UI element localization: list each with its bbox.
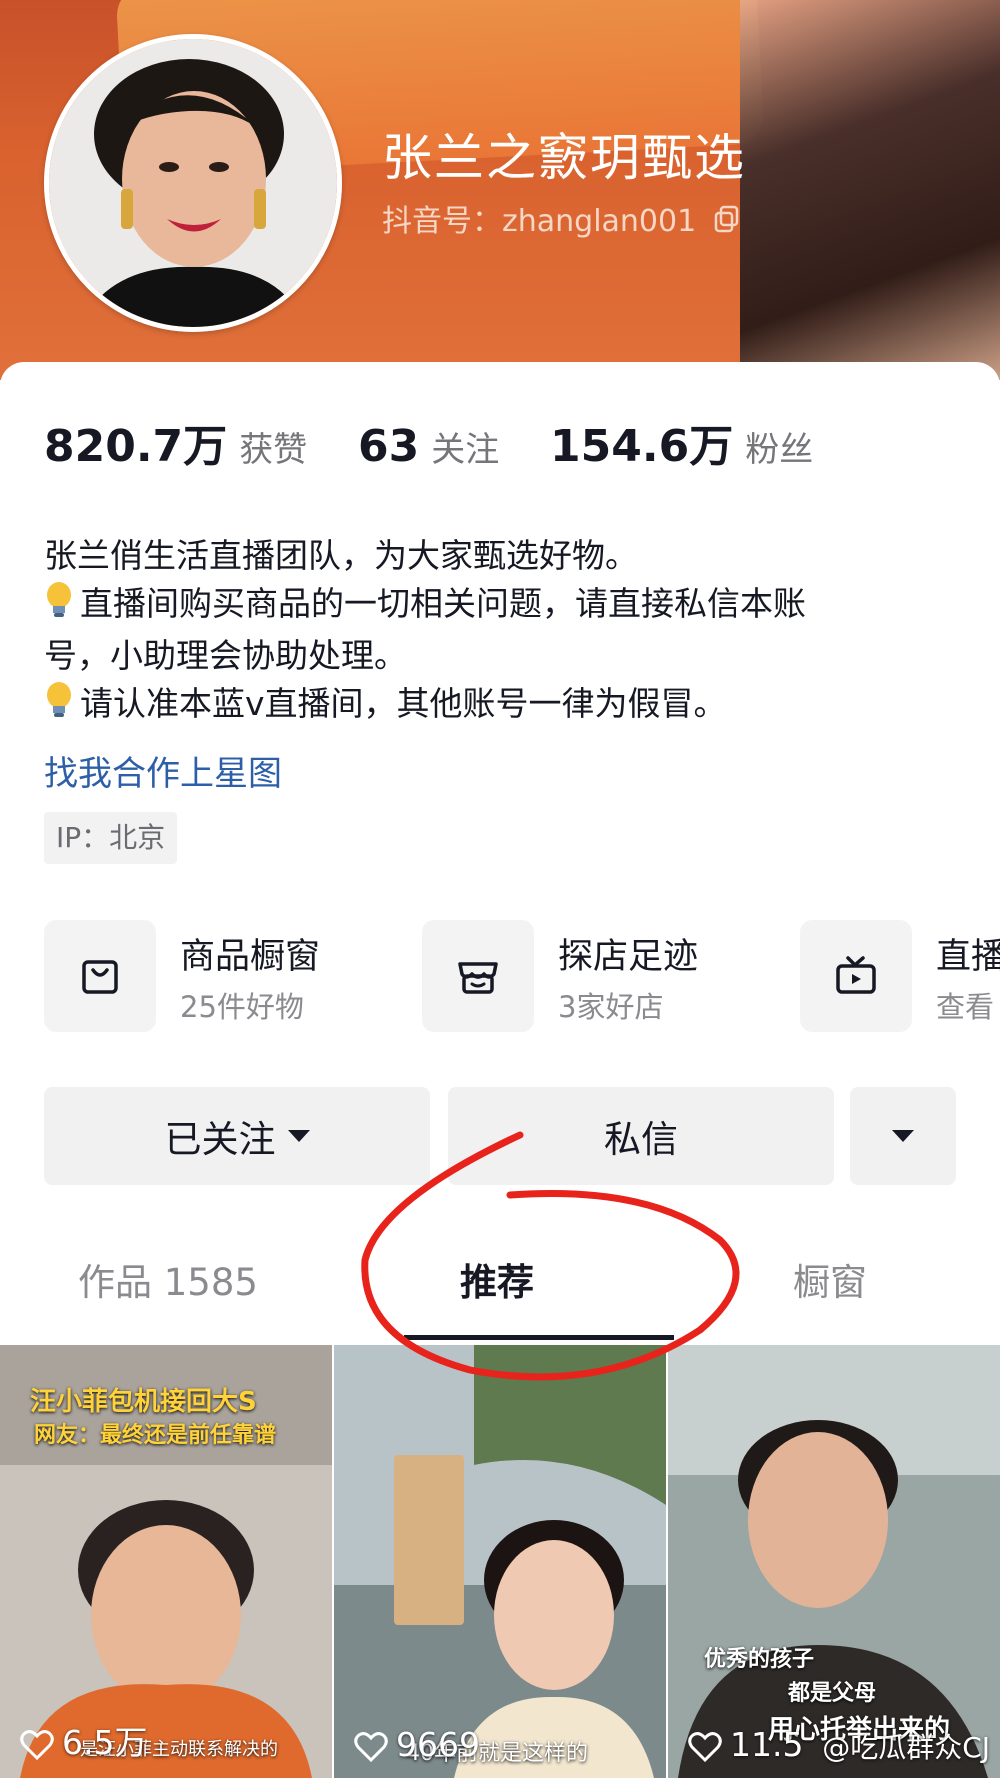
- feature-live-sub: 查看: [936, 990, 995, 1024]
- avatar[interactable]: [44, 34, 342, 332]
- follow-button[interactable]: 已关注: [44, 1087, 430, 1185]
- stat-following-label: 关注: [431, 430, 500, 470]
- video-title-line2: 网友：最终还是前任靠谱: [34, 1423, 277, 1448]
- video-likes-count: 11.5: [730, 1725, 804, 1764]
- lightbulb-icon: [44, 581, 74, 632]
- stat-followers[interactable]: 154.6万 粉丝: [550, 410, 813, 474]
- watermark: @吃瓜群众CJ: [822, 1731, 990, 1764]
- store-icon: [422, 920, 534, 1032]
- bio-line-4-text: 请认准本蓝v直播间，其他账号一律为假冒。: [80, 684, 727, 723]
- bio-line-1: 张兰俏生活直播团队，为大家甄选好物。: [44, 536, 638, 575]
- feature-showcase-title: 商品橱窗: [180, 937, 321, 977]
- video-thumbnail[interactable]: 40年前就是这样的 9669: [334, 1345, 666, 1778]
- video-likes: 11.5: [688, 1725, 803, 1764]
- video-likes: 9669: [354, 1725, 480, 1764]
- video-likes-count: 6.5万: [62, 1723, 148, 1762]
- caret-down-icon: [892, 1130, 914, 1142]
- video-subtitle-line1: 优秀的孩子: [704, 1647, 815, 1672]
- stat-likes[interactable]: 820.7万 获赞: [44, 410, 307, 474]
- active-tab-indicator: [404, 1335, 674, 1340]
- banner-person-image: [740, 0, 1000, 380]
- feature-live-title: 直播: [936, 937, 1000, 977]
- stat-followers-label: 粉丝: [745, 430, 814, 470]
- douyin-id-text: 抖音号：zhanglan001: [382, 204, 697, 239]
- bio: 张兰俏生活直播团队，为大家甄选好物。 直播间购买商品的一切相关问题，请直接私信本…: [44, 532, 964, 732]
- xingtu-link[interactable]: 找我合作上星图: [44, 746, 282, 795]
- caret-down-icon: [287, 1130, 310, 1142]
- feature-store-visits-sub: 3家好店: [558, 990, 664, 1024]
- tab-showcase[interactable]: 橱窗: [793, 1252, 867, 1306]
- video-thumbnail[interactable]: 汪小菲包机接回大S 网友：最终还是前任靠谱 是汪小菲主动联系解决的 6.5万: [0, 1345, 332, 1778]
- profile-stats: 820.7万 获赞 63 关注 154.6万 粉丝: [44, 410, 853, 474]
- stat-following[interactable]: 63 关注: [358, 421, 499, 472]
- stat-followers-num: 154.6万: [550, 421, 734, 472]
- video-likes-count: 9669: [396, 1725, 480, 1764]
- stat-following-num: 63: [358, 421, 420, 472]
- douyin-id[interactable]: 抖音号：zhanglan001: [382, 196, 740, 241]
- stat-likes-num: 820.7万: [44, 421, 228, 472]
- ip-location-tag: IP：北京: [44, 812, 178, 864]
- tv-icon: [800, 920, 912, 1032]
- message-button-label: 私信: [604, 1118, 678, 1161]
- feature-showcase[interactable]: 商品橱窗 25件好物: [44, 920, 374, 1032]
- message-button[interactable]: 私信: [448, 1087, 834, 1185]
- bio-line-2-text: 直播间购买商品的一切相关问题，请直接私信本账: [80, 584, 806, 623]
- more-options-button[interactable]: [850, 1087, 956, 1185]
- lightbulb-icon: [44, 681, 74, 732]
- bio-line-3: 号，小助理会协助处理。: [44, 636, 407, 675]
- video-likes: 6.5万: [20, 1716, 147, 1764]
- shopping-bag-icon: [44, 920, 156, 1032]
- profile-name: 张兰之窾玥甄选: [382, 129, 746, 187]
- feature-live[interactable]: 直播 查看: [800, 920, 1000, 1032]
- feature-showcase-sub: 25件好物: [180, 990, 304, 1024]
- video-grid: 汪小菲包机接回大S 网友：最终还是前任靠谱 是汪小菲主动联系解决的 6.5万 4…: [0, 1345, 1000, 1778]
- follow-button-label: 已关注: [164, 1118, 276, 1161]
- content-tabs: 作品 1585 推荐 橱窗: [0, 1252, 1000, 1336]
- bio-line-2: 直播间购买商品的一切相关问题，请直接私信本账: [44, 580, 964, 632]
- video-thumbnail[interactable]: 优秀的孩子 都是父母 用心托举出来的 11.5: [668, 1345, 1000, 1778]
- bio-line-4: 请认准本蓝v直播间，其他账号一律为假冒。: [44, 680, 964, 732]
- stat-likes-label: 获赞: [239, 430, 308, 470]
- feature-store-visits[interactable]: 探店足迹 3家好店: [422, 920, 752, 1032]
- tab-works[interactable]: 作品 1585: [78, 1252, 258, 1306]
- video-subtitle-line2: 都是父母: [788, 1681, 877, 1706]
- tab-recommend[interactable]: 推荐: [460, 1252, 534, 1306]
- copy-icon[interactable]: [714, 205, 740, 241]
- feature-store-visits-title: 探店足迹: [558, 937, 699, 977]
- video-title-line1: 汪小菲包机接回大S: [30, 1387, 257, 1417]
